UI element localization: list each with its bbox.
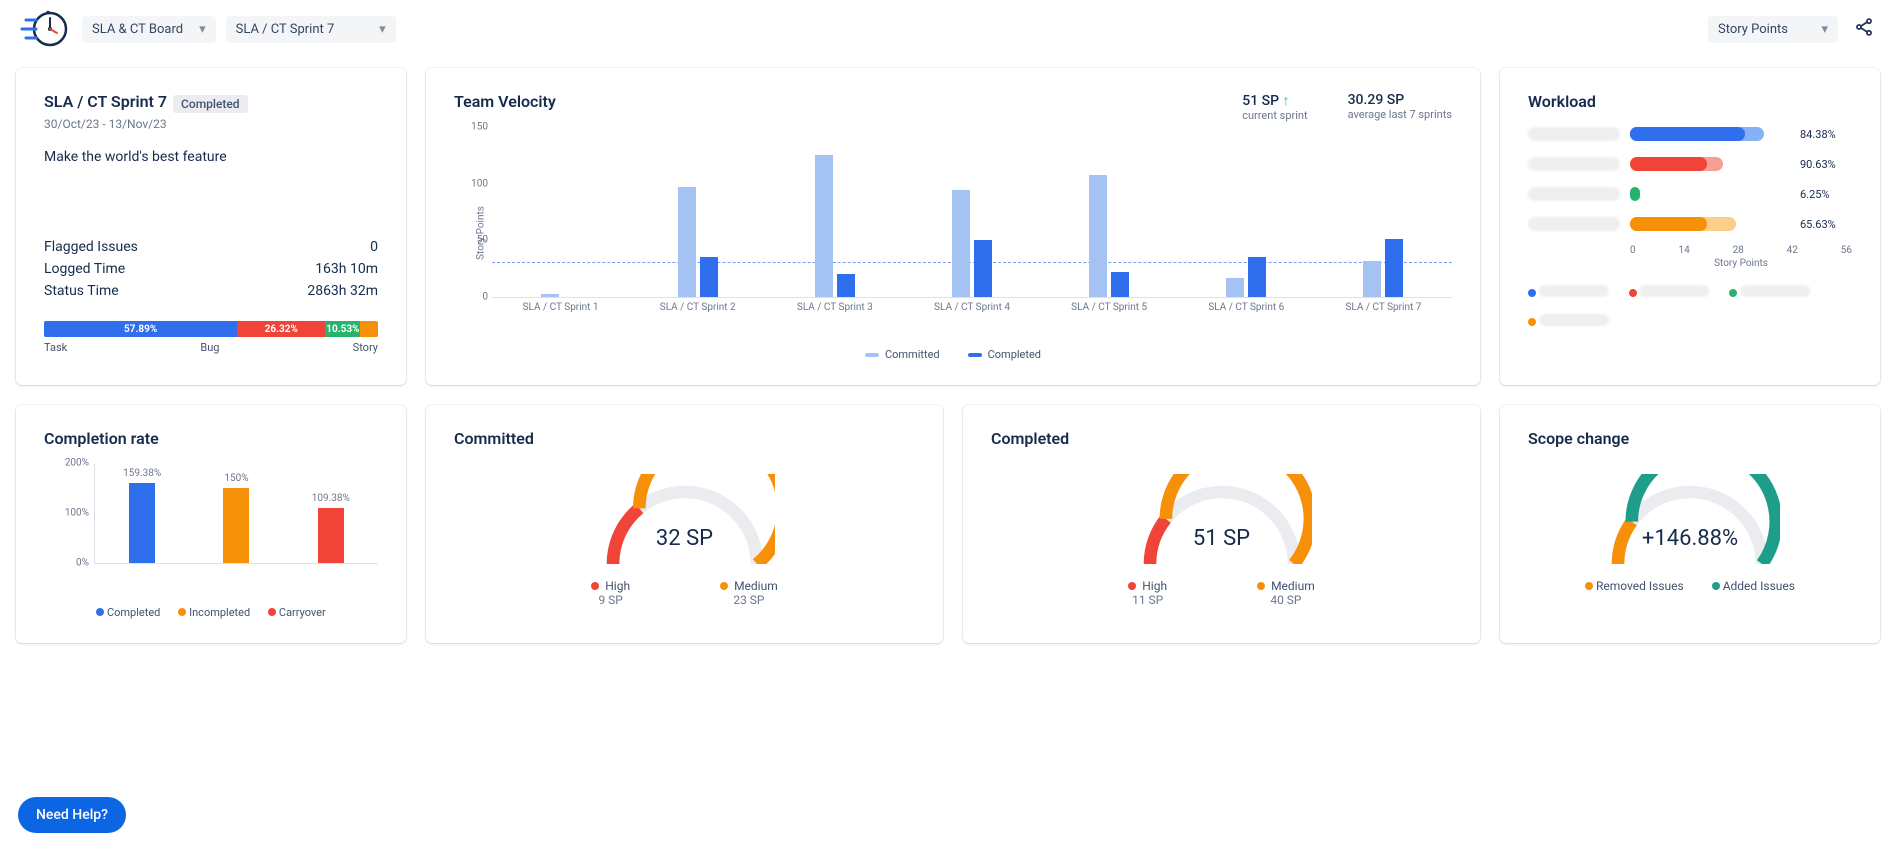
app-logo xyxy=(16,8,72,50)
velocity-avg-label: average last 7 sprints xyxy=(1348,108,1452,121)
flagged-label: Flagged Issues xyxy=(44,239,138,255)
completion-legend: Completed Incompleted Carryover xyxy=(44,606,378,619)
committed-value: 32 SP xyxy=(656,526,713,551)
share-button[interactable] xyxy=(1848,17,1880,41)
help-button[interactable]: Need Help? xyxy=(18,797,126,833)
unit-select[interactable]: Story Points ▾ xyxy=(1708,16,1838,43)
board-select[interactable]: SLA & CT Board ▾ xyxy=(82,16,216,43)
scope-value: +146.88% xyxy=(1642,526,1738,551)
scope-title: Scope change xyxy=(1528,429,1629,448)
velocity-card: Team Velocity 51 SP ↑ current sprint 30.… xyxy=(426,68,1480,385)
scope-card: Scope change +146.88% Removed Issues Add… xyxy=(1500,405,1880,643)
completion-title: Completion rate xyxy=(44,429,378,448)
sprint-title: SLA / CT Sprint 7 xyxy=(44,92,167,111)
workload-row: 90.63% xyxy=(1528,157,1852,171)
velocity-ylabel: Story Points xyxy=(475,206,486,260)
statustime-label: Status Time xyxy=(44,283,119,299)
legend-item: Committed xyxy=(865,348,940,361)
arrow-up-icon: ↑ xyxy=(1283,93,1290,109)
help-label: Need Help? xyxy=(36,807,108,823)
statustime-value: 2863h 32m xyxy=(307,283,378,299)
sprint-select[interactable]: SLA / CT Sprint 7 ▾ xyxy=(226,16,396,43)
unit-select-label: Story Points xyxy=(1718,22,1788,37)
completed-card: Completed 51 SP High 11 SP Medium 40 SP xyxy=(963,405,1480,643)
chevron-down-icon: ▾ xyxy=(199,22,206,37)
workload-row: 65.63% xyxy=(1528,217,1852,231)
issue-type-legend: TaskBugStory xyxy=(44,341,378,354)
sprint-goal: Make the world's best feature xyxy=(44,149,378,165)
velocity-current: 51 SP xyxy=(1242,93,1279,109)
flagged-value: 0 xyxy=(370,239,378,255)
velocity-current-label: current sprint xyxy=(1242,109,1307,122)
legend-item: Completed xyxy=(968,348,1041,361)
chevron-down-icon: ▾ xyxy=(379,22,386,37)
logged-label: Logged Time xyxy=(44,261,125,277)
workload-axis-label: Story Points xyxy=(1528,258,1852,269)
header: SLA & CT Board ▾ SLA / CT Sprint 7 ▾ Sto… xyxy=(16,8,1880,50)
completed-title: Completed xyxy=(991,429,1069,448)
velocity-avg: 30.29 SP xyxy=(1348,92,1452,108)
workload-title: Workload xyxy=(1528,92,1852,111)
sprint-dates: 30/Oct/23 - 13/Nov/23 xyxy=(44,117,378,131)
workload-row: 6.25% xyxy=(1528,187,1852,201)
issue-type-bar: 57.89%26.32%10.53% xyxy=(44,321,378,337)
status-badge: Completed xyxy=(173,95,248,113)
completion-card: Completion rate 0%100%200%159.38%150%109… xyxy=(16,405,406,643)
board-select-label: SLA & CT Board xyxy=(92,22,183,37)
workload-row: 84.38% xyxy=(1528,127,1852,141)
velocity-title: Team Velocity xyxy=(454,92,556,111)
workload-legend xyxy=(1528,285,1852,329)
sprint-select-label: SLA / CT Sprint 7 xyxy=(236,22,335,37)
workload-card: Workload 84.38% 90.63% 6.25% 65.63% 0142842… xyxy=(1500,68,1880,385)
workload-axis: 014284256 xyxy=(1528,245,1852,256)
chevron-down-icon: ▾ xyxy=(1821,22,1828,37)
committed-title: Committed xyxy=(454,429,534,448)
velocity-chart: Story Points 050100150 SLA / CT Sprint 1… xyxy=(454,128,1452,338)
logged-value: 163h 10m xyxy=(315,261,378,277)
sprint-info-card: SLA / CT Sprint 7 Completed 30/Oct/23 - … xyxy=(16,68,406,385)
committed-card: Committed 32 SP High 9 SP Medium 23 SP xyxy=(426,405,943,643)
completion-chart: 0%100%200%159.38%150%109.38% xyxy=(94,464,378,564)
completed-value: 51 SP xyxy=(1193,526,1250,551)
